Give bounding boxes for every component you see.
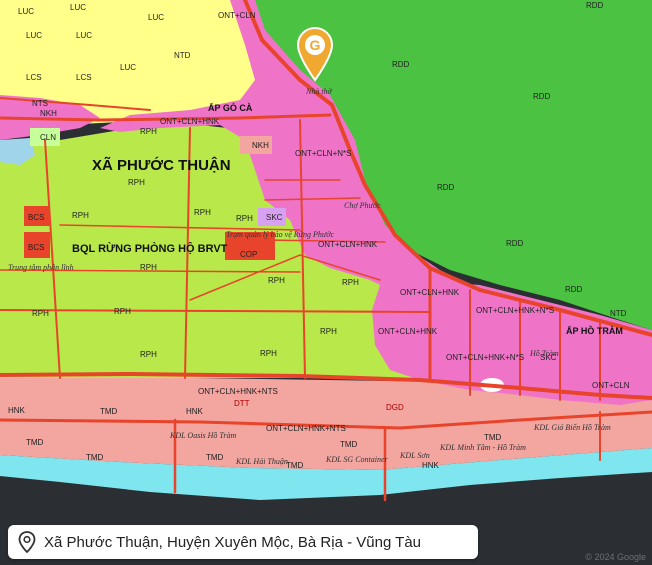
zone-code-label: RDD xyxy=(437,183,455,192)
zone-code-label: TMD xyxy=(206,453,224,462)
board-label: BQL RỪNG PHÒNG HỘ BRVT xyxy=(72,242,228,255)
map-credit: © 2024 Google xyxy=(585,552,646,562)
zone-code-label: NTD xyxy=(174,51,191,60)
zone-code-label: CLN xyxy=(40,133,56,142)
land-use-map[interactable]: XÃ PHƯỚC THUẬN BQL RỪNG PHÒNG HỘ BRVT ẤP… xyxy=(0,0,652,565)
place-label: Chợ Phước xyxy=(344,201,381,210)
resort-label: KDL Gió Biển Hồ Tràm xyxy=(533,423,611,432)
zone-code-label: HNK xyxy=(186,407,204,416)
zone-code-label: RDD xyxy=(565,285,583,294)
resort-label: KDL Minh Tâm - Hồ Tràm xyxy=(439,443,526,452)
zone-code-label: RPH xyxy=(114,307,131,316)
zone-code-label: TMD xyxy=(26,438,44,447)
zone-code-label: RPH xyxy=(140,127,157,136)
zone-code-label: LCS xyxy=(26,73,42,82)
zone-code-label: RPH xyxy=(140,350,157,359)
place-label: Trạm quản lý bảo vệ Rừng Phước xyxy=(226,230,335,239)
zone-code-label: ONT+CLN+HNK xyxy=(318,240,378,249)
place-label: Trung tâm phân lĩnh xyxy=(8,263,74,272)
zone-code-label: ONT+CLN+HNK xyxy=(400,288,460,297)
zone-code-label: RPH xyxy=(194,208,211,217)
zone-code-label: LUC xyxy=(26,31,42,40)
zone-code-label: ONT+CLN+HNK+N*S xyxy=(446,353,524,362)
zone-code-label: ONT+CLN+HNK+NTS xyxy=(266,424,346,433)
zone-code-label: DTT xyxy=(234,399,250,408)
zone-code-label: RDD xyxy=(392,60,410,69)
resort-label: KDL Oasis Hồ Tràm xyxy=(169,431,237,440)
hamlet-goca-label: ẤP GÒ CÀ xyxy=(208,102,253,113)
zone-code-label: ONT+CLN+HNK xyxy=(378,327,438,336)
resort-label: KDL SG Container xyxy=(325,455,389,464)
zone-code-label: RPH xyxy=(260,349,277,358)
zone-code-label: RDD xyxy=(533,92,551,101)
zone-code-label: RPH xyxy=(342,278,359,287)
zone-code-label: LUC xyxy=(120,63,136,72)
resort-label: KDL Sơn xyxy=(399,451,430,460)
zone-code-label: LUC xyxy=(70,3,86,12)
address-text: Xã Phước Thuận, Huyện Xuyên Mộc, Bà Rịa … xyxy=(44,533,422,551)
zone-code-label: ONT+CLN+HNK xyxy=(160,117,220,126)
zone-code-label: NKH xyxy=(252,141,269,150)
zone-code-label: SKC xyxy=(266,213,283,222)
address-bar: Xã Phước Thuận, Huyện Xuyên Mộc, Bà Rịa … xyxy=(8,525,478,559)
zone-code-label: ONT+CLN+HNK+NTS xyxy=(198,387,278,396)
commune-label: XÃ PHƯỚC THUẬN xyxy=(92,156,231,174)
zone-code-label: ONT+CLN+HNK+N*S xyxy=(476,306,554,315)
zone-code-label: RPH xyxy=(128,178,145,187)
zone-code-label: ONT+CLN+N*S xyxy=(295,149,351,158)
zone-code-label: TMD xyxy=(286,461,304,470)
zone-code-label: BCS xyxy=(28,243,44,252)
zone-code-label: RPH xyxy=(32,309,49,318)
map-pin-icon xyxy=(18,531,36,553)
zone-code-label: DGD xyxy=(386,403,404,412)
resort-label: KDL Hải Thuận xyxy=(235,457,288,466)
zone-code-label: RPH xyxy=(140,263,157,272)
zone-code-label: RDD xyxy=(586,1,604,10)
zone-code-label: ONT+CLN xyxy=(592,381,630,390)
zone-code-label: HNK xyxy=(8,406,26,415)
zone-code-label: LUC xyxy=(18,7,34,16)
zone-code-label: RPH xyxy=(72,211,89,220)
zone-code-label: TMD xyxy=(86,453,104,462)
zone-code-label: NTD xyxy=(610,309,627,318)
marker-letter: G xyxy=(310,37,321,53)
zone-code-label: ONT+CLN xyxy=(218,11,256,20)
zone-code-label: TMD xyxy=(340,440,358,449)
zone-code-label: LUC xyxy=(76,31,92,40)
zone-code-label: RDD xyxy=(506,239,524,248)
zone-code-label: TMD xyxy=(484,433,502,442)
zone-code-label: COP xyxy=(240,250,257,259)
place-label: Hồ Tràm xyxy=(529,349,559,358)
zone-code-label: HNK xyxy=(422,461,440,470)
zone-code-label: LUC xyxy=(148,13,164,22)
hamlet-hotram-label: ẤP HỒ TRÀM xyxy=(566,325,623,336)
zone-code-label: LCS xyxy=(76,73,92,82)
zone-code-label: RPH xyxy=(268,276,285,285)
place-label: Nhà thờ xyxy=(305,87,333,96)
zone-code-label: NTS xyxy=(32,99,48,108)
zone-code-label: NKH xyxy=(40,109,57,118)
zone-code-label: RPH xyxy=(236,214,253,223)
zone-code-label: TMD xyxy=(100,407,118,416)
zone-code-label: RPH xyxy=(320,327,337,336)
zone-code-label: BCS xyxy=(28,213,44,222)
